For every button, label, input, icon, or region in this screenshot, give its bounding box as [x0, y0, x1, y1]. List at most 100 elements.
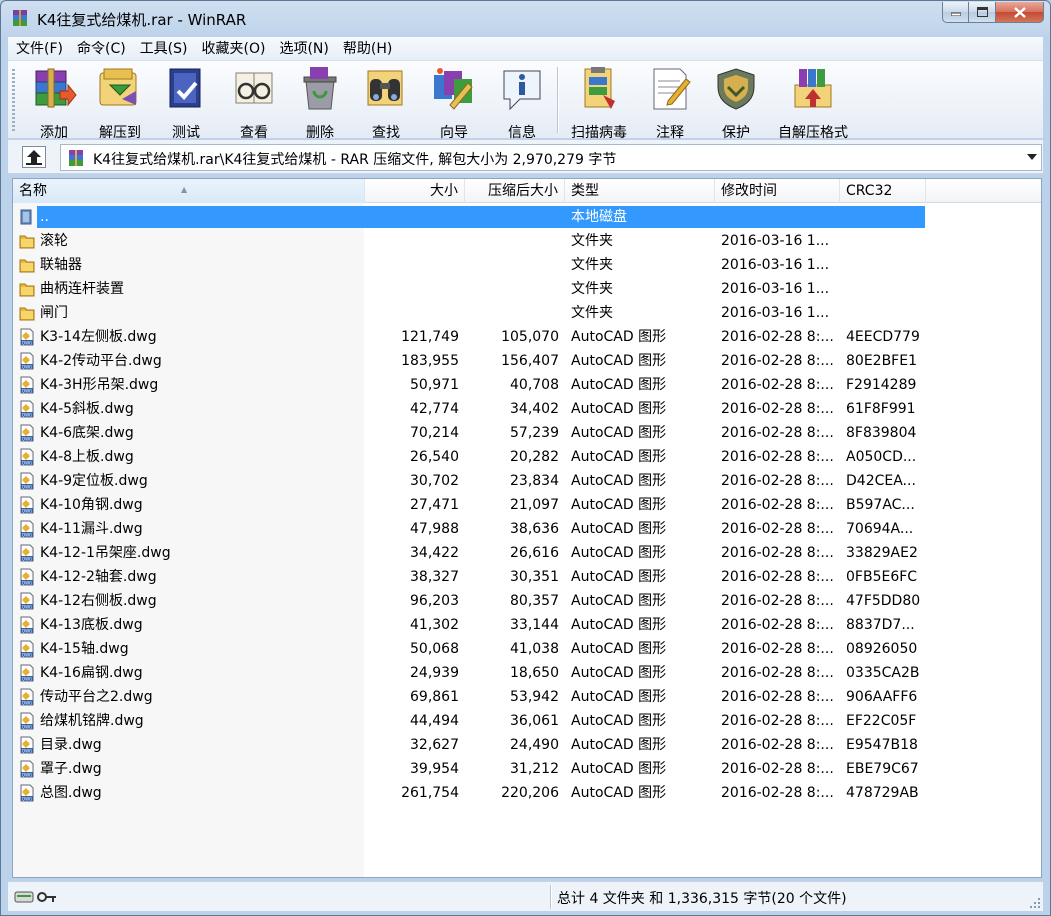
- info-button[interactable]: 信息: [496, 65, 548, 141]
- file-size: 32,627: [410, 737, 459, 753]
- file-name: K4-10角钢.dwg: [40, 497, 143, 513]
- menu-help[interactable]: 帮助(H): [335, 38, 398, 60]
- column-header-crc[interactable]: CRC32: [840, 179, 926, 203]
- file-row[interactable]: DWG K4-8上板.dwg 26,540 20,282 AutoCAD 图形 2016-…: [13, 445, 925, 469]
- file-row[interactable]: DWG K4-2传动平台.dwg 183,955 156,407 AutoCAD 图形 2…: [13, 349, 925, 373]
- folder-row[interactable]: 联轴器 文件夹 2016-03-16 1...: [13, 253, 925, 277]
- column-header-modified[interactable]: 修改时间: [715, 179, 840, 203]
- menu-tools[interactable]: 工具(S): [132, 38, 194, 60]
- protect-button[interactable]: 保护: [710, 65, 762, 141]
- file-row[interactable]: DWG 传动平台之2.dwg 69,861 53,942 AutoCAD 图形 2016-…: [13, 685, 925, 709]
- file-crc: F2914289: [846, 377, 917, 393]
- toolbar: 添加 解压到 测试 查看 删除 查找 向导 信息 扫描病毒 注释 保护 自解压格…: [8, 61, 1043, 141]
- winrar-app-icon[interactable]: [10, 8, 30, 28]
- parent-folder-row[interactable]: .. 本地磁盘: [13, 205, 925, 229]
- svg-text:DWG: DWG: [22, 748, 32, 753]
- file-crc: EBE79C67: [846, 761, 919, 777]
- file-row[interactable]: DWG K4-12-1吊架座.dwg 34,422 26,616 AutoCAD 图形 2…: [13, 541, 925, 565]
- file-row[interactable]: DWG K4-6底架.dwg 70,214 57,239 AutoCAD 图形 2016-…: [13, 421, 925, 445]
- file-row[interactable]: DWG K4-12-2轴套.dwg 38,327 30,351 AutoCAD 图形 20…: [13, 565, 925, 589]
- file-row[interactable]: DWG 目录.dwg 32,627 24,490 AutoCAD 图形 2016-02-2…: [13, 733, 925, 757]
- file-row[interactable]: DWG 罩子.dwg 39,954 31,212 AutoCAD 图形 2016-02-2…: [13, 757, 925, 781]
- column-header-packed[interactable]: 压缩后大小: [465, 179, 565, 203]
- file-modified: 2016-02-28 8:...: [721, 329, 834, 345]
- file-packed-size: [465, 253, 559, 277]
- file-row[interactable]: DWG K3-14左侧板.dwg 121,749 105,070 AutoCAD 图形 2…: [13, 325, 925, 349]
- window-title: K4往复式给煤机.rar - WinRAR: [37, 11, 247, 29]
- file-row[interactable]: DWG K4-15轴.dwg 50,068 41,038 AutoCAD 图形 2016-…: [13, 637, 925, 661]
- svg-text:DWG: DWG: [22, 796, 32, 801]
- file-row[interactable]: DWG K4-9定位板.dwg 30,702 23,834 AutoCAD 图形 2016…: [13, 469, 925, 493]
- title-bar[interactable]: K4往复式给煤机.rar - WinRAR: [1, 1, 1050, 35]
- comment-button[interactable]: 注释: [644, 65, 696, 141]
- file-row[interactable]: DWG K4-11漏斗.dwg 47,988 38,636 AutoCAD 图形 2016…: [13, 517, 925, 541]
- file-row[interactable]: DWG K4-5斜板.dwg 42,774 34,402 AutoCAD 图形 2016-…: [13, 397, 925, 421]
- folder-row[interactable]: 闸门 文件夹 2016-03-16 1...: [13, 301, 925, 325]
- file-packed-size: 24,490: [510, 737, 559, 753]
- test-button[interactable]: 测试: [160, 65, 212, 141]
- menu-options[interactable]: 选项(N): [271, 38, 334, 60]
- file-name: K4-5斜板.dwg: [40, 401, 134, 417]
- view-button[interactable]: 查看: [226, 65, 282, 141]
- file-name: K4-13底板.dwg: [40, 617, 143, 633]
- file-name: 曲柄连杆装置: [40, 281, 124, 297]
- file-modified: 2016-02-28 8:...: [721, 617, 834, 633]
- file-name: 给煤机铭牌.dwg: [40, 713, 144, 729]
- up-one-level-button[interactable]: [22, 146, 46, 168]
- extract-to-button[interactable]: 解压到: [92, 65, 148, 141]
- comment-icon: [653, 68, 691, 110]
- file-packed-size: 31,212: [510, 761, 559, 777]
- file-row[interactable]: DWG K4-10角钢.dwg 27,471 21,097 AutoCAD 图形 2016…: [13, 493, 925, 517]
- menu-file[interactable]: 文件(F): [8, 38, 69, 60]
- file-name: 罩子.dwg: [40, 761, 102, 777]
- add-button[interactable]: 添加: [24, 65, 84, 141]
- file-row[interactable]: DWG K4-16扁钢.dwg 24,939 18,650 AutoCAD 图形 2016…: [13, 661, 925, 685]
- file-row[interactable]: DWG 给煤机铭牌.dwg 44,494 36,061 AutoCAD 图形 2016-0…: [13, 709, 925, 733]
- drive-key-icon[interactable]: [14, 889, 58, 905]
- toolbar-grip[interactable]: [12, 69, 15, 133]
- file-name: 滚轮: [40, 233, 68, 249]
- file-modified: 2016-02-28 8:...: [721, 401, 834, 417]
- column-header-size[interactable]: 大小: [365, 179, 465, 203]
- file-crc: E9547B18: [846, 737, 918, 753]
- menu-commands[interactable]: 命令(C): [69, 38, 132, 60]
- file-size: 26,540: [410, 449, 459, 465]
- sfx-icon: [794, 69, 832, 108]
- file-name: K4-15轴.dwg: [40, 641, 129, 657]
- dwg-file-icon: DWG: [20, 688, 34, 706]
- folder-row[interactable]: 滚轮 文件夹 2016-03-16 1...: [13, 229, 925, 253]
- folder-row[interactable]: 曲柄连杆装置 文件夹 2016-03-16 1...: [13, 277, 925, 301]
- virus-scan-button[interactable]: 扫描病毒: [564, 65, 634, 141]
- file-list[interactable]: 名称 ▲ 大小 压缩后大小 类型 修改时间 CRC32 .. 本地磁盘 滚轮 文件夹 2…: [12, 178, 1042, 878]
- file-crc: D42CEA...: [846, 473, 916, 489]
- file-row[interactable]: DWG K4-12右侧板.dwg 96,203 80,357 AutoCAD 图形 201…: [13, 589, 925, 613]
- close-button[interactable]: [996, 2, 1044, 23]
- parent-folder-icon: [20, 209, 32, 225]
- file-size: 69,861: [410, 689, 459, 705]
- file-row[interactable]: DWG K4-3H形吊架.dwg 50,971 40,708 AutoCAD 图形 201…: [13, 373, 925, 397]
- delete-button[interactable]: 删除: [294, 65, 346, 141]
- wizard-button[interactable]: 向导: [426, 65, 482, 141]
- protect-icon: [717, 68, 755, 110]
- file-size: 96,203: [410, 593, 459, 609]
- resize-grip-icon[interactable]: [1029, 897, 1041, 909]
- file-crc: 0FB5E6FC: [846, 569, 918, 585]
- folder-icon: [19, 283, 35, 297]
- find-button[interactable]: 查找: [360, 65, 412, 141]
- view-icon: [235, 72, 273, 104]
- file-size: 50,971: [410, 377, 459, 393]
- menu-favorites[interactable]: 收藏夹(O): [194, 38, 272, 60]
- file-row[interactable]: DWG K4-13底板.dwg 41,302 33,144 AutoCAD 图形 2016…: [13, 613, 925, 637]
- column-header-name[interactable]: 名称 ▲: [13, 179, 365, 203]
- file-size: 38,327: [410, 569, 459, 585]
- minimize-button[interactable]: [942, 2, 969, 23]
- file-crc: B597AC...: [846, 497, 915, 513]
- maximize-button[interactable]: [969, 2, 996, 23]
- chevron-down-icon[interactable]: [1027, 153, 1037, 161]
- file-row[interactable]: DWG 总图.dwg 261,754 220,206 AutoCAD 图形 2016-02…: [13, 781, 925, 805]
- archive-path-combobox[interactable]: K4往复式给煤机.rar\K4往复式给煤机 - RAR 压缩文件, 解包大小为 …: [60, 144, 1042, 171]
- sfx-button[interactable]: 自解压格式: [772, 65, 854, 141]
- svg-text:DWG: DWG: [22, 556, 32, 561]
- file-modified: [721, 205, 841, 229]
- column-header-type[interactable]: 类型: [565, 179, 715, 203]
